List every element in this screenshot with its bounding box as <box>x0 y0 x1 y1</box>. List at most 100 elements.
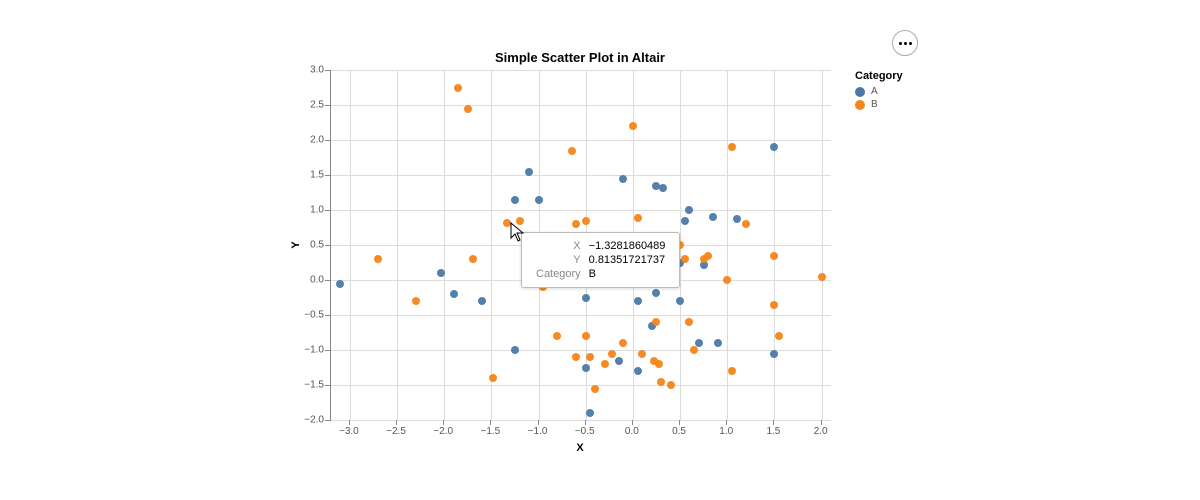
data-point[interactable] <box>704 252 712 260</box>
y-tick-label: −1.0 <box>304 345 330 356</box>
y-tick-label: 1.5 <box>310 170 330 181</box>
data-point[interactable] <box>667 381 675 389</box>
data-point[interactable] <box>469 255 477 263</box>
data-point[interactable] <box>535 248 543 256</box>
data-point[interactable] <box>742 220 750 228</box>
data-point[interactable] <box>336 280 344 288</box>
tick-mark <box>726 420 727 425</box>
data-point[interactable] <box>619 339 627 347</box>
data-point[interactable] <box>450 290 458 298</box>
data-point[interactable] <box>553 332 561 340</box>
data-point[interactable] <box>629 238 637 246</box>
data-point[interactable] <box>681 217 689 225</box>
x-tick-label: 0.5 <box>672 426 686 437</box>
data-point[interactable] <box>601 360 609 368</box>
x-tick-label: −1.5 <box>481 426 501 437</box>
data-point[interactable] <box>478 297 486 305</box>
data-point[interactable] <box>659 184 667 192</box>
data-point[interactable] <box>770 301 778 309</box>
data-point[interactable] <box>525 168 533 176</box>
data-point[interactable] <box>685 206 693 214</box>
data-point[interactable] <box>728 367 736 375</box>
data-point[interactable] <box>464 105 472 113</box>
data-point[interactable] <box>634 297 642 305</box>
legend-swatch <box>855 87 865 97</box>
legend-item[interactable]: B <box>855 99 903 110</box>
data-point[interactable] <box>652 289 660 297</box>
data-point[interactable] <box>615 357 623 365</box>
data-point[interactable] <box>582 332 590 340</box>
data-point[interactable] <box>374 255 382 263</box>
data-point[interactable] <box>454 84 462 92</box>
gridline-h <box>331 105 831 106</box>
data-point[interactable] <box>676 241 684 249</box>
data-point[interactable] <box>572 353 580 361</box>
data-point[interactable] <box>634 214 642 222</box>
x-axis-title: X <box>576 442 583 454</box>
data-point[interactable] <box>818 273 826 281</box>
data-point[interactable] <box>676 297 684 305</box>
ellipsis-icon <box>904 42 907 45</box>
gridline-h <box>331 385 831 386</box>
data-point[interactable] <box>412 297 420 305</box>
data-point[interactable] <box>652 318 660 326</box>
data-point[interactable] <box>586 409 594 417</box>
data-point[interactable] <box>634 367 642 375</box>
data-point[interactable] <box>709 213 717 221</box>
tick-mark <box>679 420 680 425</box>
data-point[interactable] <box>629 122 637 130</box>
data-point[interactable] <box>655 360 663 368</box>
gridline-h <box>331 70 831 71</box>
data-point[interactable] <box>733 215 741 223</box>
data-point[interactable] <box>608 350 616 358</box>
data-point[interactable] <box>489 374 497 382</box>
data-point[interactable] <box>770 252 778 260</box>
plot-area[interactable] <box>330 70 831 421</box>
actions-menu-button[interactable] <box>892 30 918 56</box>
data-point[interactable] <box>770 350 778 358</box>
data-point[interactable] <box>775 332 783 340</box>
data-point[interactable] <box>634 276 642 284</box>
data-point[interactable] <box>539 283 547 291</box>
data-point[interactable] <box>770 143 778 151</box>
x-tick-label: 0.0 <box>625 426 639 437</box>
data-point[interactable] <box>638 350 646 358</box>
data-point[interactable] <box>586 353 594 361</box>
data-point[interactable] <box>437 269 445 277</box>
data-point[interactable] <box>582 294 590 302</box>
y-tick-label: 3.0 <box>310 65 330 76</box>
data-point[interactable] <box>601 273 609 281</box>
data-point[interactable] <box>582 217 590 225</box>
data-point[interactable] <box>714 339 722 347</box>
data-point[interactable] <box>723 276 731 284</box>
y-tick-label: −1.5 <box>304 380 330 391</box>
data-point[interactable] <box>648 234 656 242</box>
data-point[interactable] <box>728 143 736 151</box>
y-tick-label: 2.5 <box>310 100 330 111</box>
y-tick-label: 0.5 <box>310 240 330 251</box>
data-point[interactable] <box>516 217 524 225</box>
data-point[interactable] <box>657 378 665 386</box>
data-point[interactable] <box>568 147 576 155</box>
data-point[interactable] <box>591 385 599 393</box>
data-point[interactable] <box>662 245 670 253</box>
y-tick-label: −0.5 <box>304 310 330 321</box>
data-point[interactable] <box>619 175 627 183</box>
x-tick-label: −0.5 <box>575 426 595 437</box>
data-point[interactable] <box>582 364 590 372</box>
data-point[interactable] <box>681 255 689 263</box>
data-point[interactable] <box>503 219 511 227</box>
legend-swatch <box>855 100 865 110</box>
data-point[interactable] <box>690 346 698 354</box>
data-point[interactable] <box>511 346 519 354</box>
data-point[interactable] <box>572 220 580 228</box>
x-tick-label: −1.0 <box>528 426 548 437</box>
data-point[interactable] <box>685 318 693 326</box>
tick-mark <box>773 420 774 425</box>
data-point[interactable] <box>535 196 543 204</box>
y-axis-title: Y <box>290 241 302 248</box>
legend-item[interactable]: A <box>855 86 903 97</box>
gridline-h <box>331 210 831 211</box>
data-point[interactable] <box>511 196 519 204</box>
gridline-h <box>331 420 831 421</box>
